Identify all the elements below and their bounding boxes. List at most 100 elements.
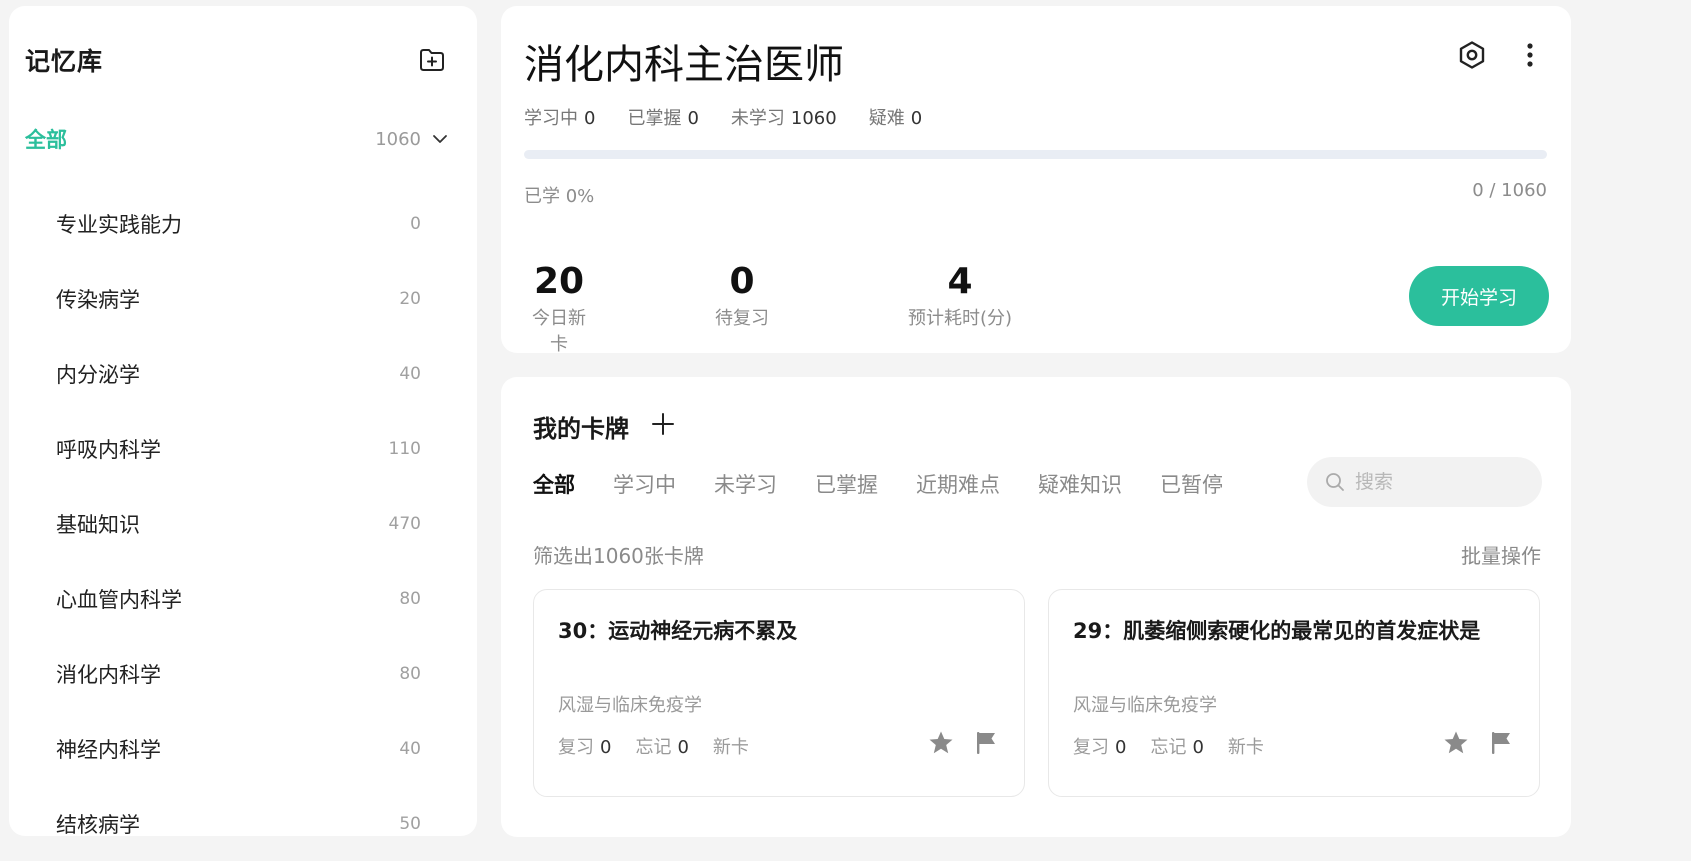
forget-label: 忘记 [635,737,672,758]
my-cards-panel: 我的卡牌 全部 学习中 未学习 已掌握 近期难点 疑难知识 已暂停 筛选出106… [501,377,1571,837]
star-icon[interactable] [928,730,954,756]
card-review-count: 复习 0 [1073,733,1126,759]
sidebar-item-label: 内分泌学 [56,362,140,387]
stat-label: 已掌握 [627,108,682,129]
search-icon [1326,473,1344,491]
sidebar-item[interactable]: 呼吸内科学 110 [9,411,477,486]
memory-library-sidebar: 记忆库 全部 1060 专业实践能力 0 传染病学 20 内分泌学 40 呼吸内… [9,6,477,837]
card-title: 29：肌萎缩侧索硬化的最常见的首发症状是 [1073,619,1481,643]
stat-mastered: 已掌握 0 [627,104,698,130]
review-label: 复习 [558,737,594,758]
sidebar-item-count: 110 [388,438,421,459]
tab-unlearned[interactable]: 未学习 [714,469,777,499]
chevron-down-icon[interactable] [431,133,449,145]
study-progress-bar [524,150,1547,159]
card-status: 新卡 [712,737,749,758]
folder-plus-icon [420,49,444,71]
search-input[interactable] [1355,471,1535,493]
stat-unlearned: 未学习 1060 [731,104,837,130]
stat-value: 0 [584,108,596,129]
sidebar-item-count: 80 [399,663,421,684]
forget-label: 忘记 [1150,737,1187,758]
add-card-button[interactable] [651,412,675,442]
deck-overview-card: 消化内科主治医师 学习中 0 已掌握 0 未学习 1060 疑难 0 已学 0% 0 /… [501,6,1571,356]
my-cards-header: 我的卡牌 [533,409,675,444]
vertical-dots-icon [1527,43,1533,67]
more-options-button[interactable] [1515,40,1545,70]
plus-icon [652,412,674,435]
sidebar-item-label: 消化内科学 [56,662,161,687]
stat-value: 0 [910,108,923,129]
batch-operation-button[interactable]: 批量操作 [1461,540,1541,569]
tab-all[interactable]: 全部 [533,469,575,499]
sidebar-item-label: 心血管内科学 [56,587,182,612]
estimated-time-stat: 4 预计耗时(分) [907,262,1013,330]
card-status: 新卡 [1227,737,1264,758]
tab-paused[interactable]: 已暂停 [1160,469,1223,499]
sidebar-item[interactable]: 专业实践能力 0 [9,186,477,261]
hexagon-gear-icon [1459,41,1485,69]
sidebar-item[interactable]: 神经内科学 40 [9,711,477,786]
filter-result-text: 筛选出1060张卡牌 [533,544,704,568]
add-folder-button[interactable] [415,43,449,77]
card-meta: 复习 0 忘记 0 新卡 [558,733,749,759]
pending-review-value: 0 [729,261,755,302]
sidebar-header: 记忆库 [25,42,449,78]
card-meta: 复习 0 忘记 0 新卡 [1073,733,1264,759]
sidebar-item-label: 神经内科学 [56,737,161,762]
card-actions [1443,730,1513,756]
sidebar-item-all[interactable]: 全部 1060 [25,124,449,154]
flash-card[interactable]: 29：肌萎缩侧索硬化的最常见的首发症状是 风湿与临床免疫学 复习 0 忘记 0 新卡 [1048,589,1540,797]
flag-icon[interactable] [974,730,998,756]
tab-mastered[interactable]: 已掌握 [815,469,878,499]
flash-card[interactable]: 30：运动神经元病不累及 风湿与临床免疫学 复习 0 忘记 0 新卡 [533,589,1025,797]
sidebar-item-count: 40 [399,738,421,759]
forget-value: 0 [677,737,689,758]
card-filter-tabs: 全部 学习中 未学习 已掌握 近期难点 疑难知识 已暂停 [533,469,1223,499]
card-forget-count: 忘记 0 [1150,733,1203,759]
sidebar-item-label: 呼吸内科学 [56,437,161,462]
new-cards-today-stat: 20 今日新卡 [524,262,594,356]
sidebar-title: 记忆库 [25,47,104,76]
sidebar-item-count: 80 [399,588,421,609]
sidebar-item[interactable]: 心血管内科学 80 [9,561,477,636]
sidebar-all-count: 1060 [375,128,421,150]
new-cards-today-label: 今日新卡 [532,307,586,355]
stat-value: 0 [687,108,699,129]
star-icon[interactable] [1443,730,1469,756]
tab-difficult-knowledge[interactable]: 疑难知识 [1038,469,1122,499]
stat-label: 学习中 [524,108,578,129]
deck-title: 消化内科主治医师 [524,42,844,88]
sidebar-item[interactable]: 消化内科学 80 [9,636,477,711]
estimated-time-value: 4 [947,261,973,302]
sidebar-item-count: 0 [410,213,421,234]
sidebar-item[interactable]: 结核病学 50 [9,786,477,861]
stat-label: 未学习 [730,108,785,129]
review-label: 复习 [1073,737,1109,758]
stat-learning: 学习中 0 [524,104,595,130]
my-cards-title: 我的卡牌 [533,415,629,443]
progress-percent-label: 已学 0% [524,186,595,207]
sidebar-item[interactable]: 内分泌学 40 [9,336,477,411]
card-actions [928,730,998,756]
card-subject: 风湿与临床免疫学 [558,695,702,716]
sidebar-item-count: 50 [399,813,421,834]
stat-value: 1060 [790,108,837,129]
sidebar-item[interactable]: 传染病学 20 [9,261,477,336]
tab-recent-difficult[interactable]: 近期难点 [916,469,1000,499]
flag-icon[interactable] [1489,730,1513,756]
search-box[interactable] [1307,457,1542,507]
sidebar-all-label: 全部 [25,128,67,152]
stat-difficult: 疑难 0 [869,104,922,130]
sidebar-item-label: 基础知识 [56,512,140,537]
sidebar-category-list: 专业实践能力 0 传染病学 20 内分泌学 40 呼吸内科学 110 基础知识 … [9,186,477,861]
tab-learning[interactable]: 学习中 [613,469,676,499]
sidebar-item-label: 专业实践能力 [56,212,182,237]
pending-review-label: 待复习 [715,307,769,329]
start-learning-button[interactable]: 开始学习 [1409,266,1549,326]
deck-stats-line: 学习中 0 已掌握 0 未学习 1060 疑难 0 [524,104,922,130]
review-value: 0 [600,737,612,758]
sidebar-item[interactable]: 基础知识 470 [9,486,477,561]
settings-button[interactable] [1457,40,1487,70]
sidebar-item-label: 结核病学 [56,812,140,837]
